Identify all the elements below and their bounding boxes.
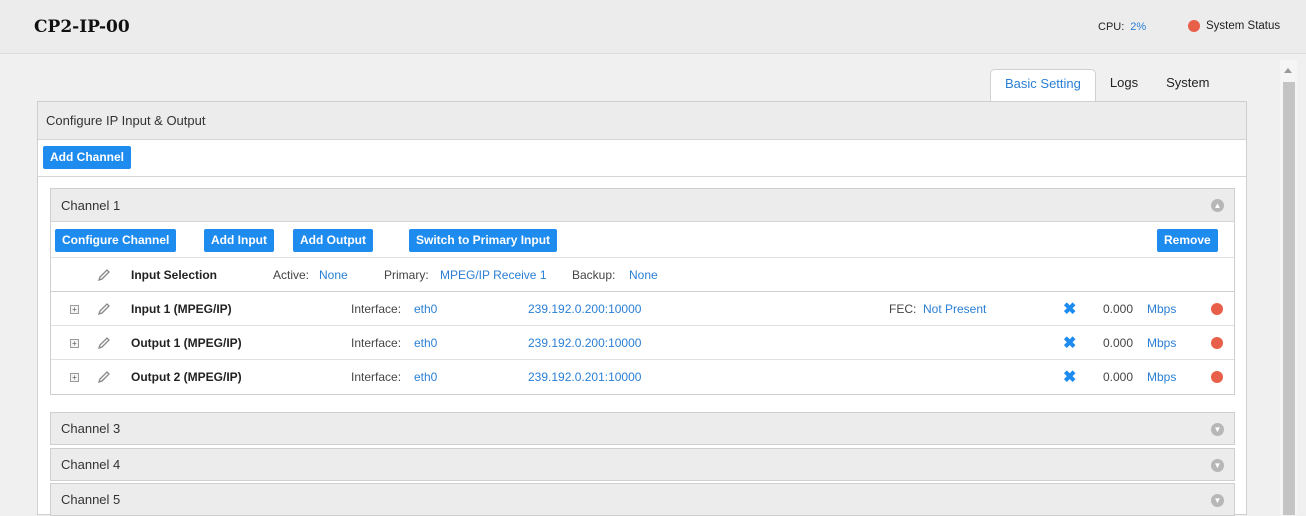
cpu-indicator: CPU: 2% bbox=[1098, 21, 1146, 33]
address-value[interactable]: 239.192.0.200:10000 bbox=[528, 336, 641, 350]
primary-value: MPEG/IP Receive 1 bbox=[440, 268, 547, 282]
expand-plus-icon[interactable]: + bbox=[70, 305, 79, 314]
interface-value[interactable]: eth0 bbox=[414, 336, 437, 350]
remove-button[interactable]: Remove bbox=[1157, 229, 1218, 252]
status-dot-icon bbox=[1211, 371, 1223, 383]
rate-unit: Mbps bbox=[1147, 302, 1177, 316]
system-status[interactable]: System Status bbox=[1188, 20, 1280, 32]
channel-1-panel: Channel 1 ▲ Configure Channel Add Input … bbox=[50, 188, 1235, 395]
pencil-icon[interactable] bbox=[97, 336, 111, 350]
channel-1-title: Channel 1 bbox=[61, 198, 121, 213]
active-value: None bbox=[319, 268, 348, 282]
channel-3-title: Channel 3 bbox=[61, 421, 121, 436]
scroll-up-arrow-icon[interactable] bbox=[1284, 68, 1292, 73]
rate-value: 0.000 bbox=[1103, 302, 1134, 316]
expand-plus-icon[interactable]: + bbox=[70, 373, 79, 382]
add-output-button[interactable]: Add Output bbox=[293, 229, 373, 252]
add-channel-row: Add Channel bbox=[38, 140, 1246, 177]
tab-basic-setting[interactable]: Basic Setting bbox=[990, 69, 1096, 102]
tab-bar: Basic Setting Logs System bbox=[990, 69, 1223, 102]
status-dot-icon bbox=[1211, 303, 1223, 315]
interface-label: Interface: bbox=[351, 370, 402, 384]
expand-plus-icon[interactable]: + bbox=[70, 339, 79, 348]
row-name: Output 2 (MPEG/IP) bbox=[131, 370, 242, 384]
add-input-button[interactable]: Add Input bbox=[204, 229, 274, 252]
status-dot-icon bbox=[1188, 20, 1200, 32]
channel-4-header[interactable]: Channel 4 ▼ bbox=[50, 448, 1235, 481]
device-title: CP2-IP-00 bbox=[34, 17, 130, 37]
rate-unit: Mbps bbox=[1147, 336, 1177, 350]
input-selection-label: Input Selection bbox=[131, 268, 218, 282]
channel-1-header[interactable]: Channel 1 ▲ bbox=[51, 189, 1234, 222]
switch-to-primary-input-button[interactable]: Switch to Primary Input bbox=[409, 229, 558, 252]
address-value[interactable]: 239.192.0.200:10000 bbox=[528, 302, 641, 316]
vertical-scrollbar[interactable] bbox=[1280, 60, 1297, 515]
scrollbar-thumb[interactable] bbox=[1283, 82, 1295, 515]
interface-label: Interface: bbox=[351, 336, 402, 350]
chevron-down-icon[interactable]: ▼ bbox=[1211, 459, 1224, 472]
add-channel-button[interactable]: Add Channel bbox=[43, 146, 131, 169]
rate-unit: Mbps bbox=[1147, 370, 1177, 384]
rate-value: 0.000 bbox=[1103, 370, 1134, 384]
io-row-output-1: + Output 1 (MPEG/IP) Interface: eth0 239… bbox=[51, 326, 1234, 360]
backup-value: None bbox=[629, 268, 658, 282]
panel-title: Configure IP Input & Output bbox=[38, 102, 1246, 140]
address-value[interactable]: 239.192.0.201:10000 bbox=[528, 370, 641, 384]
cpu-label: CPU: bbox=[1098, 21, 1125, 33]
io-row-output-2: + Output 2 (MPEG/IP) Interface: eth0 239… bbox=[51, 360, 1234, 394]
system-status-label: System Status bbox=[1206, 20, 1281, 32]
delete-x-icon[interactable]: ✖ bbox=[1063, 333, 1076, 353]
channel-3-header[interactable]: Channel 3 ▼ bbox=[50, 412, 1235, 445]
configure-channel-button[interactable]: Configure Channel bbox=[55, 229, 177, 252]
tab-system[interactable]: System bbox=[1152, 69, 1223, 102]
primary-label: Primary: bbox=[384, 268, 429, 282]
rate-value: 0.000 bbox=[1103, 336, 1134, 350]
io-row-input-1: + Input 1 (MPEG/IP) Interface: eth0 239.… bbox=[51, 292, 1234, 326]
top-bar: CP2-IP-00 CPU: 2% System Status bbox=[0, 0, 1306, 54]
channel-5-header[interactable]: Channel 5 ▼ bbox=[50, 483, 1235, 516]
tab-logs[interactable]: Logs bbox=[1096, 69, 1152, 102]
chevron-up-icon[interactable]: ▲ bbox=[1211, 199, 1224, 212]
chevron-down-icon[interactable]: ▼ bbox=[1211, 423, 1224, 436]
pencil-icon[interactable] bbox=[97, 268, 111, 282]
fec-label: FEC: bbox=[889, 302, 917, 316]
channel-4-title: Channel 4 bbox=[61, 457, 121, 472]
channel-5-title: Channel 5 bbox=[61, 492, 121, 507]
fec-value: Not Present bbox=[923, 302, 987, 316]
interface-value[interactable]: eth0 bbox=[414, 370, 437, 384]
interface-label: Interface: bbox=[351, 302, 402, 316]
delete-x-icon[interactable]: ✖ bbox=[1063, 299, 1076, 319]
row-name: Output 1 (MPEG/IP) bbox=[131, 336, 242, 350]
status-dot-icon bbox=[1211, 337, 1223, 349]
interface-value[interactable]: eth0 bbox=[414, 302, 437, 316]
active-label: Active: bbox=[273, 268, 310, 282]
chevron-down-icon[interactable]: ▼ bbox=[1211, 494, 1224, 507]
row-name: Input 1 (MPEG/IP) bbox=[131, 302, 232, 316]
backup-label: Backup: bbox=[572, 268, 616, 282]
delete-x-icon[interactable]: ✖ bbox=[1063, 367, 1076, 387]
input-selection-row: Input Selection Active: None Primary: MP… bbox=[51, 258, 1234, 292]
cpu-value: 2% bbox=[1130, 21, 1147, 33]
pencil-icon[interactable] bbox=[97, 302, 111, 316]
pencil-icon[interactable] bbox=[97, 370, 111, 384]
configure-panel: Configure IP Input & Output Add Channel … bbox=[37, 101, 1247, 516]
channel-1-toolbar: Configure Channel Add Input Add Output S… bbox=[51, 222, 1234, 258]
